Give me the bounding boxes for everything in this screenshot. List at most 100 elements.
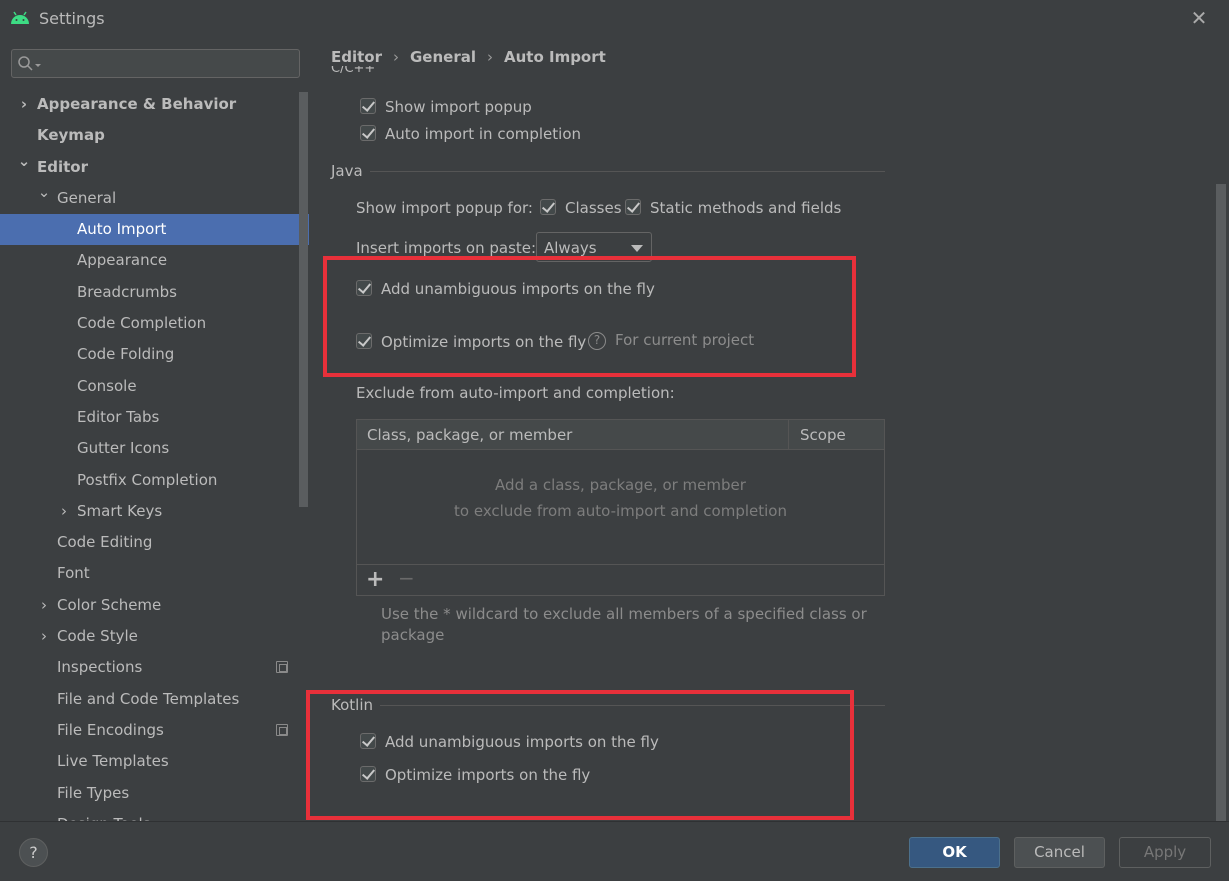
sidebar-item[interactable]: › Appearance & Behavior bbox=[0, 89, 310, 120]
checkbox-checked[interactable] bbox=[540, 199, 556, 215]
checkbox-label: Classes bbox=[565, 199, 622, 217]
sidebar-item-label: Keymap bbox=[37, 126, 105, 145]
breadcrumb-separator: › bbox=[487, 48, 493, 66]
sidebar-item[interactable]: Postfix Completion bbox=[0, 465, 310, 496]
dropdown-arrow-icon bbox=[631, 245, 643, 252]
breadcrumb-editor[interactable]: Editor bbox=[331, 48, 382, 66]
sidebar-item-label: Appearance bbox=[77, 251, 168, 270]
sidebar-scrollbar[interactable] bbox=[299, 92, 308, 507]
chevron-right-icon[interactable]: › bbox=[57, 496, 71, 527]
checkbox-checked[interactable] bbox=[360, 98, 376, 114]
sidebar-item[interactable]: ⌄ General bbox=[0, 183, 310, 214]
sidebar-item[interactable]: › Smart Keys bbox=[0, 496, 310, 527]
window-title: Settings bbox=[39, 9, 105, 28]
sidebar-item[interactable]: › Color Scheme bbox=[0, 590, 310, 621]
sidebar-item-label: Appearance & Behavior bbox=[37, 95, 237, 113]
sidebar-item-label: Gutter Icons bbox=[77, 439, 170, 458]
sidebar-item-label: Live Templates bbox=[57, 752, 169, 771]
empty-line-2: to exclude from auto-import and completi… bbox=[454, 502, 787, 520]
checkbox-checked[interactable] bbox=[625, 199, 641, 215]
sidebar-item-label: Smart Keys bbox=[77, 501, 163, 520]
show-popup-for-label: Show import popup for: bbox=[356, 199, 533, 217]
highlight-box-java bbox=[323, 256, 856, 377]
chevron-right-icon[interactable]: › bbox=[37, 621, 51, 652]
sidebar-item[interactable]: File and Code Templates bbox=[0, 684, 310, 715]
sidebar-item[interactable]: Inspections bbox=[0, 652, 310, 683]
sidebar-item-label: Inspections bbox=[57, 658, 143, 677]
settings-sidebar: › Appearance & Behavior Keymap ⌄ Editor ⌄ Gene… bbox=[0, 38, 310, 821]
column-header-scope[interactable]: Scope bbox=[800, 426, 846, 444]
chevron-down-icon[interactable]: ⌄ bbox=[37, 177, 51, 208]
chevron-down-icon[interactable]: ⌄ bbox=[17, 146, 31, 177]
settings-tree: › Appearance & Behavior Keymap ⌄ Editor ⌄ Gene… bbox=[0, 89, 310, 821]
table-empty-text: Add a class, package, or member to exclu… bbox=[357, 472, 884, 524]
sidebar-item-label: File Types bbox=[57, 783, 130, 802]
sidebar-item-label: Auto Import bbox=[77, 220, 167, 239]
sidebar-item-label: Code Folding bbox=[77, 345, 175, 364]
sidebar-item-label: File Encodings bbox=[57, 720, 164, 739]
table-toolbar: + − bbox=[357, 564, 884, 595]
sidebar-item[interactable]: Design Tools bbox=[0, 809, 310, 821]
table-header: Class, package, or member Scope bbox=[357, 420, 884, 450]
add-icon[interactable]: + bbox=[366, 567, 384, 592]
empty-line-1: Add a class, package, or member bbox=[495, 476, 746, 494]
sidebar-item-label: Code Completion bbox=[77, 314, 207, 333]
section-divider bbox=[370, 171, 885, 172]
cpp-section-label: C/C++ bbox=[331, 66, 376, 75]
sidebar-item[interactable]: Live Templates bbox=[0, 746, 310, 777]
sidebar-item-label: Color Scheme bbox=[57, 595, 162, 614]
dropdown-value: Always bbox=[544, 239, 597, 257]
sidebar-item[interactable]: Code Folding bbox=[0, 339, 310, 370]
sidebar-item-label: Code Style bbox=[57, 627, 138, 646]
chevron-right-icon[interactable]: › bbox=[17, 89, 31, 120]
sidebar-item-label: Postfix Completion bbox=[77, 470, 218, 489]
sidebar-item[interactable]: Auto Import bbox=[0, 214, 309, 246]
close-icon[interactable]: ✕ bbox=[1189, 8, 1209, 28]
checkbox-label: Static methods and fields bbox=[650, 199, 842, 217]
sidebar-item-label: General bbox=[57, 188, 117, 207]
column-divider bbox=[788, 420, 789, 450]
breadcrumb: Editor › General › Auto Import bbox=[331, 48, 606, 66]
column-header-class[interactable]: Class, package, or member bbox=[367, 426, 572, 444]
sidebar-item[interactable]: Code Editing bbox=[0, 527, 310, 558]
checkbox-label: Show import popup bbox=[385, 98, 532, 116]
dialog-footer: ? OK Cancel Apply bbox=[0, 821, 1229, 881]
sidebar-item[interactable]: File Types bbox=[0, 778, 310, 809]
sidebar-item[interactable]: Font bbox=[0, 558, 310, 589]
sidebar-item-label: Design Tools bbox=[57, 809, 151, 821]
project-settings-icon bbox=[276, 661, 288, 674]
apply-button[interactable]: Apply bbox=[1119, 837, 1211, 868]
cancel-button[interactable]: Cancel bbox=[1014, 837, 1105, 868]
search-icon bbox=[18, 56, 41, 71]
exclude-label: Exclude from auto-import and completion: bbox=[356, 384, 675, 402]
sidebar-item-label: Console bbox=[77, 376, 137, 395]
sidebar-item[interactable]: Code Completion bbox=[0, 308, 310, 339]
sidebar-item[interactable]: Appearance bbox=[0, 245, 310, 276]
sidebar-item[interactable]: Editor Tabs bbox=[0, 402, 310, 433]
sidebar-item-label: Editor Tabs bbox=[77, 407, 160, 426]
main-scrollbar[interactable] bbox=[1216, 184, 1226, 821]
cpp-section-title: C/C++ bbox=[331, 66, 375, 75]
breadcrumb-general[interactable]: General bbox=[410, 48, 476, 66]
sidebar-item[interactable]: Console bbox=[0, 371, 310, 402]
breadcrumb-separator: › bbox=[393, 48, 399, 66]
breadcrumb-auto-import: Auto Import bbox=[504, 48, 606, 66]
chevron-right-icon[interactable]: › bbox=[37, 590, 51, 621]
help-button[interactable]: ? bbox=[19, 838, 48, 867]
sidebar-item-label: Font bbox=[57, 564, 90, 583]
sidebar-item[interactable]: Gutter Icons bbox=[0, 433, 310, 464]
sidebar-item[interactable]: File Encodings bbox=[0, 715, 310, 746]
search-input[interactable] bbox=[11, 49, 300, 78]
sidebar-item[interactable]: Keymap bbox=[0, 120, 310, 151]
title-bar: Settings ✕ bbox=[0, 0, 1229, 38]
java-section-title: Java bbox=[331, 162, 363, 180]
checkbox-checked[interactable] bbox=[360, 125, 376, 141]
project-settings-icon bbox=[276, 723, 288, 736]
ok-button[interactable]: OK bbox=[909, 837, 1000, 868]
android-icon bbox=[11, 11, 29, 24]
sidebar-item[interactable]: › Code Style bbox=[0, 621, 310, 652]
sidebar-item-label: Code Editing bbox=[57, 533, 153, 552]
sidebar-item[interactable]: Breadcrumbs bbox=[0, 277, 310, 308]
remove-icon[interactable]: − bbox=[398, 566, 415, 590]
checkbox-label: Auto import in completion bbox=[385, 125, 582, 143]
